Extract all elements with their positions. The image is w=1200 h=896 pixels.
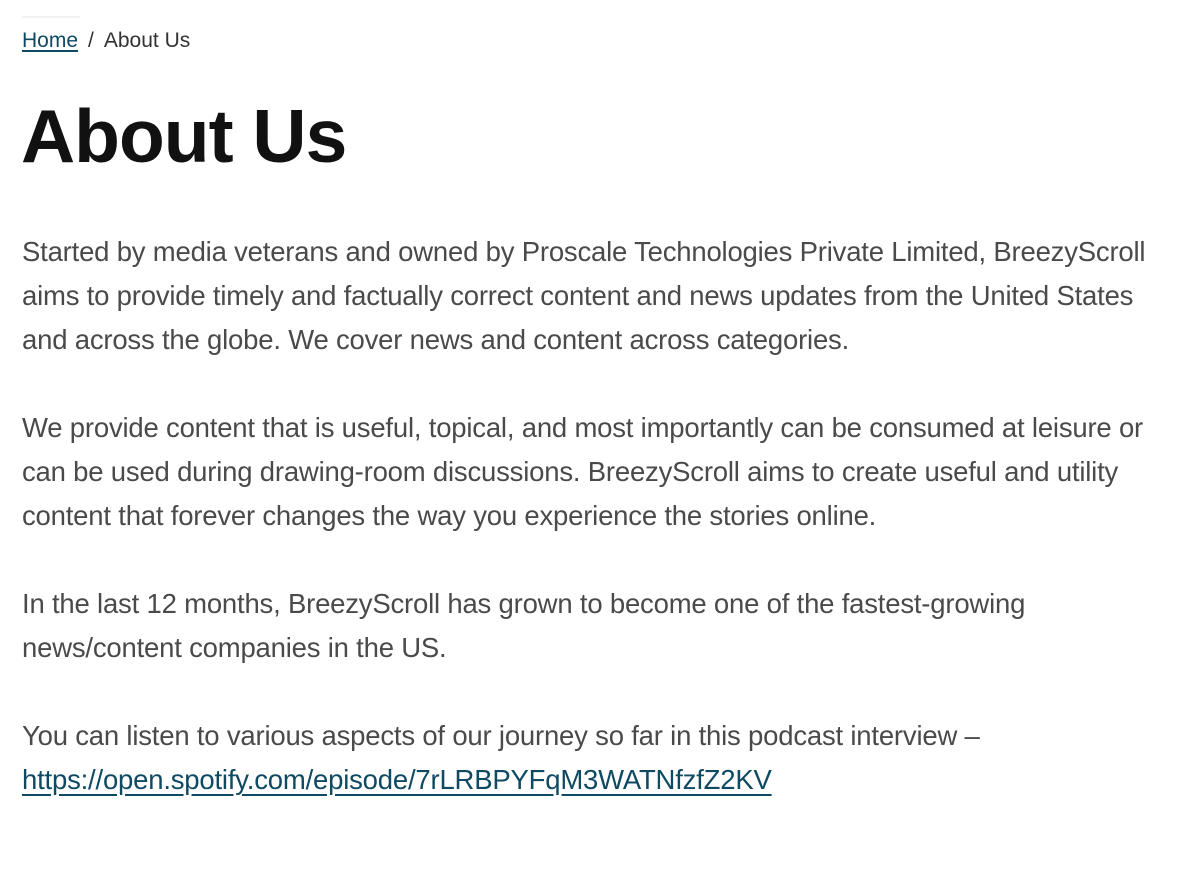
podcast-intro-text: You can listen to various aspects of our…: [22, 720, 980, 751]
about-content: Started by media veterans and owned by P…: [22, 230, 1162, 846]
breadcrumb-home-link[interactable]: Home: [22, 29, 78, 52]
about-paragraph-4: You can listen to various aspects of our…: [22, 714, 1162, 802]
breadcrumb-current: About Us: [103, 29, 191, 52]
about-paragraph-3: In the last 12 months, BreezyScroll has …: [22, 588, 1026, 663]
top-divider: [22, 16, 80, 18]
page-title: About Us: [21, 94, 347, 178]
about-page: Home / About Us About Us Started by media …: [0, 0, 1200, 896]
about-paragraph-2: We provide content that is useful, topic…: [22, 412, 1144, 531]
about-paragraph-1: Started by media veterans and owned by P…: [22, 236, 1146, 355]
breadcrumb-separator: /: [88, 29, 94, 52]
breadcrumb: Home / About Us: [22, 28, 190, 54]
podcast-link[interactable]: https://open.spotify.com/episode/7rLRBPY…: [22, 764, 772, 795]
